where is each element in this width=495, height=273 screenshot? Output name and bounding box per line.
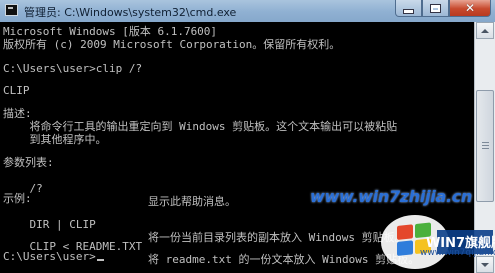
console-line: 到其他程序中。 <box>3 133 107 146</box>
minimize-button[interactable] <box>395 0 422 17</box>
console-line: 描述: <box>3 107 32 120</box>
scroll-up-button[interactable] <box>476 22 494 39</box>
close-icon: ✕ <box>464 1 476 15</box>
minimize-icon <box>403 8 414 14</box>
console-line: CLIP <box>3 84 30 97</box>
console-line: Microsoft Windows [版本 6.1.7600] <box>3 25 218 38</box>
window-title: 管理员: C:\Windows\system32\cmd.exe <box>24 6 237 19</box>
console-line: 参数列表: <box>3 156 54 169</box>
maximize-icon <box>430 3 441 13</box>
console-line: C:\Users\user>clip /? <box>3 62 143 75</box>
console-line: 示例: <box>3 192 32 205</box>
scroll-up-arrow-icon <box>481 28 489 33</box>
text-cursor <box>96 259 104 261</box>
window-controls: ✕ <box>395 0 491 18</box>
console-prompt[interactable]: C:\Users\user> <box>3 250 104 263</box>
watermark-site: www.win7qijian.com <box>420 248 495 258</box>
close-button[interactable]: ✕ <box>449 0 491 17</box>
console-line: 版权所有 (c) 2009 Microsoft Corporation。保留所有… <box>3 38 341 51</box>
cmd-window: 管理员: C:\Windows\system32\cmd.exe ✕ Micro… <box>0 0 495 273</box>
maximize-button[interactable] <box>422 0 449 17</box>
cmd-icon[interactable] <box>5 4 18 16</box>
watermark: www.win7zhijia.cn WIN7旗舰版 www.win7qijian… <box>300 182 495 273</box>
console-line: 将命令行工具的输出重定向到 Windows 剪贴板。这个文本输出可以被粘贴 <box>3 120 398 133</box>
title-bar[interactable]: 管理员: C:\Windows\system32\cmd.exe ✕ <box>0 0 495 23</box>
windows-flag-logo: WIN7旗舰版 <box>381 215 495 269</box>
